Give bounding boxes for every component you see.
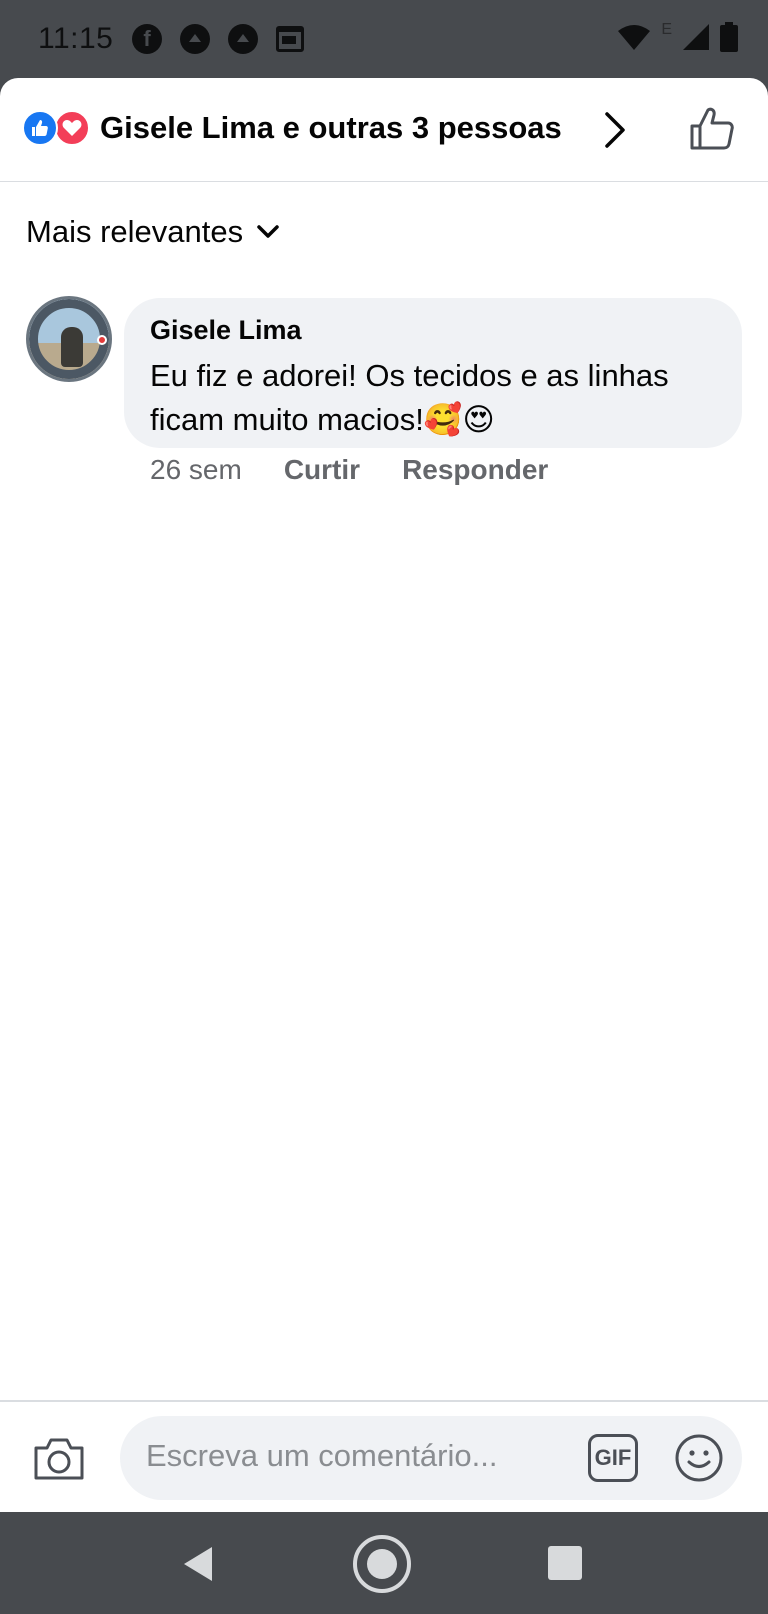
recent-apps-icon[interactable]: [548, 1546, 582, 1580]
chevron-right-icon[interactable]: [600, 110, 630, 150]
system-navigation-bar: [0, 1512, 768, 1614]
comment-text: Eu fiz e adorei! Os tecidos e as linhas …: [150, 358, 669, 437]
wifi-icon: [618, 25, 651, 50]
comments-sheet: Gisele Lima e outras 3 pessoas Mais rele…: [0, 78, 768, 1512]
status-bar: 11:15 f E: [0, 0, 768, 80]
gif-button[interactable]: GIF: [588, 1434, 638, 1482]
comment-actions: 26 sem Curtir Responder: [150, 454, 548, 486]
comment-input-placeholder: Escreva um comentário...: [146, 1438, 498, 1473]
back-icon[interactable]: [180, 1544, 216, 1584]
comment-bubble[interactable]: Gisele Lima Eu fiz e adorei! Os tecidos …: [124, 298, 742, 448]
facebook-notification-icon: f: [132, 24, 162, 54]
status-time: 11:15: [38, 22, 114, 55]
home-icon[interactable]: [352, 1534, 412, 1594]
reply-button[interactable]: Responder: [402, 454, 548, 486]
system-icons: E: [617, 21, 738, 52]
upload-notification-icon: [228, 24, 258, 54]
comment-composer: Escreva um comentário... GIF: [0, 1400, 768, 1512]
like-button[interactable]: [688, 104, 736, 152]
cellular-signal-icon: [683, 24, 709, 50]
camera-icon[interactable]: [32, 1436, 86, 1482]
comment-author[interactable]: Gisele Lima: [150, 312, 716, 348]
love-reaction-icon: [54, 110, 90, 146]
sort-label: Mais relevantes: [26, 214, 244, 249]
battery-icon: [720, 22, 738, 52]
avatar[interactable]: [26, 296, 112, 382]
like-comment-button[interactable]: Curtir: [284, 454, 360, 486]
chevron-down-icon: [257, 225, 279, 238]
notification-icons: f: [132, 24, 304, 54]
reactions-summary-link[interactable]: Gisele Lima e outras 3 pessoas: [100, 110, 562, 146]
emoji-icon[interactable]: [674, 1433, 724, 1483]
comment-timestamp[interactable]: 26 sem: [150, 454, 242, 486]
upload-notification-icon: [180, 24, 210, 54]
reactions-header: Gisele Lima e outras 3 pessoas: [0, 78, 768, 182]
sort-dropdown[interactable]: Mais relevantes: [26, 214, 281, 250]
network-type-label: E: [661, 21, 672, 38]
calendar-notification-icon: [276, 26, 304, 52]
reaction-icons[interactable]: [22, 110, 90, 146]
like-reaction-icon: [22, 110, 58, 146]
comment-input[interactable]: Escreva um comentário... GIF: [120, 1416, 742, 1500]
